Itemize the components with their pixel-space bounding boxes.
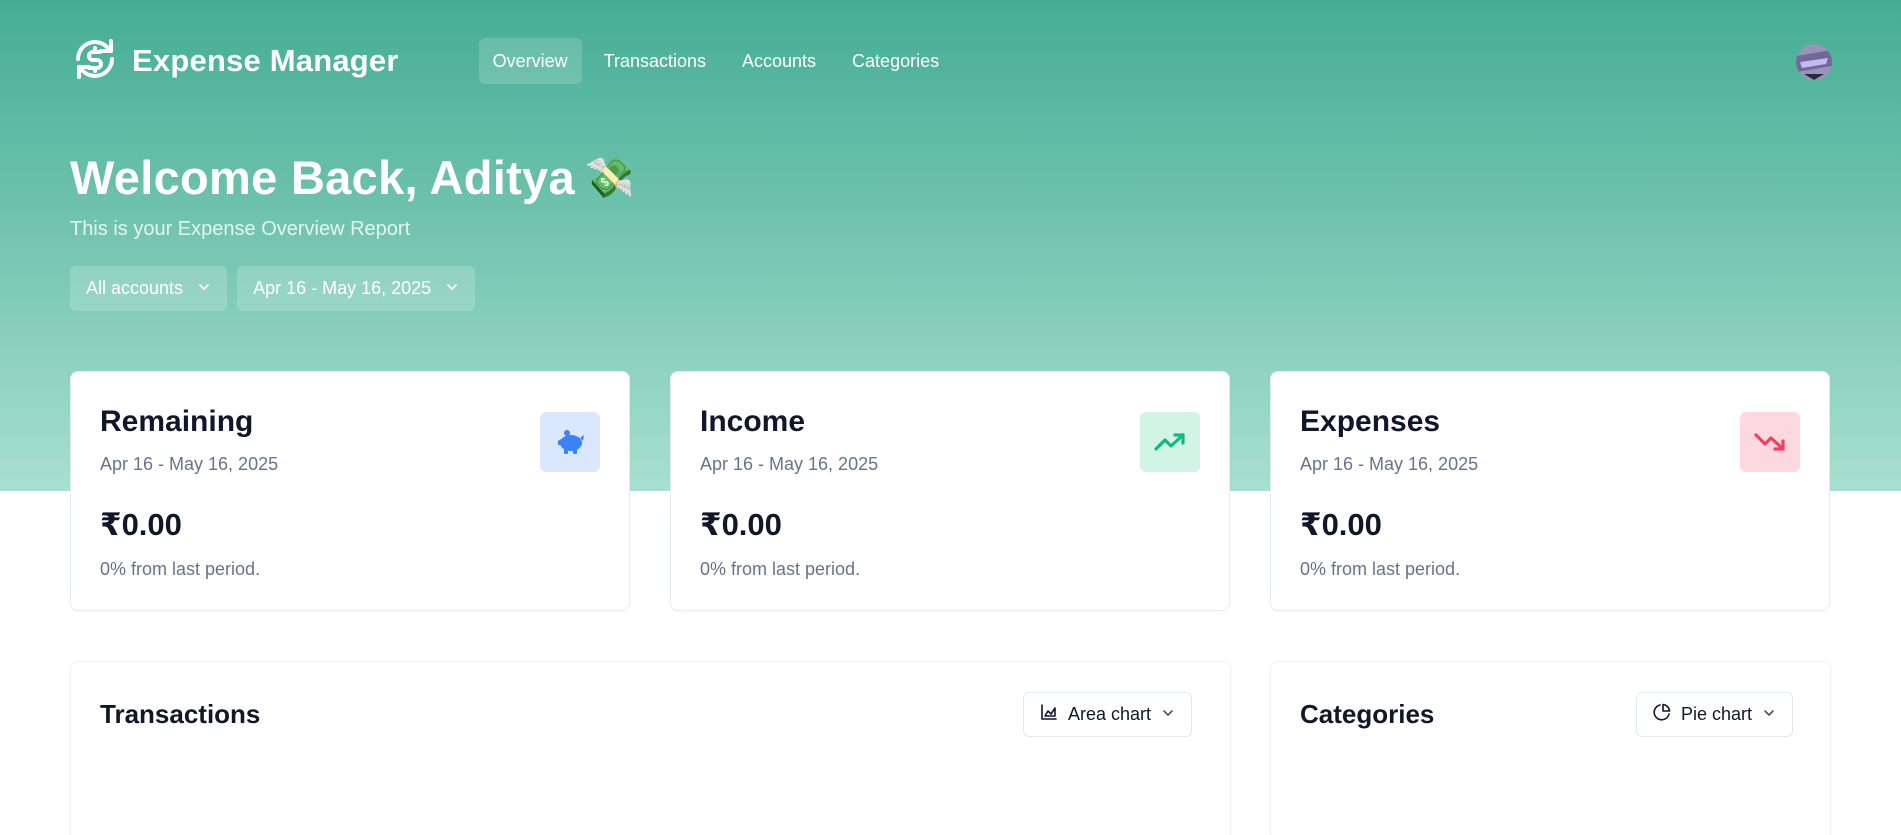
date-range-filter-select[interactable]: Apr 16 - May 16, 2025: [237, 266, 476, 311]
card-title: Remaining: [100, 405, 254, 438]
panel-title: Categories: [1300, 699, 1435, 729]
remaining-card: Remaining Apr 16 - May 16, 2025 ₹0.00 0%…: [70, 371, 630, 611]
nav-item-overview[interactable]: Overview: [478, 38, 582, 84]
card-title: Expenses: [1300, 405, 1441, 438]
transactions-panel: Transactions Area chart: [70, 661, 1231, 835]
top-navigation-bar: Expense Manager Overview Transactions Ac…: [70, 36, 1832, 86]
chart-type-select[interactable]: Pie chart: [1636, 692, 1794, 737]
trending-up-icon: [1140, 412, 1200, 472]
card-title: Income: [700, 405, 806, 438]
piggy-bank-icon: [540, 412, 600, 472]
welcome-subtitle: This is your Expense Overview Report: [70, 218, 411, 240]
chevron-down-icon: [1762, 704, 1776, 725]
chart-type-label: Area chart: [1068, 704, 1152, 724]
nav-item-accounts[interactable]: Accounts: [728, 38, 830, 84]
card-value: ₹0.00: [1300, 507, 1382, 542]
categories-panel: Categories Pie chart: [1270, 661, 1831, 835]
money-with-wings-icon: 💸: [584, 156, 636, 200]
nav-item-transactions[interactable]: Transactions: [590, 38, 720, 84]
account-filter-select[interactable]: All accounts: [70, 266, 228, 311]
filter-bar: All accounts Apr 16 - May 16, 2025: [70, 266, 476, 311]
pie-chart-icon: [1653, 703, 1671, 726]
chart-type-select[interactable]: Area chart: [1023, 692, 1193, 737]
chevron-down-icon: [1161, 704, 1175, 725]
trending-down-icon: [1740, 412, 1800, 472]
date-range-label: Apr 16 - May 16, 2025: [253, 278, 432, 298]
card-value: ₹0.00: [100, 507, 182, 542]
account-filter-label: All accounts: [86, 278, 184, 298]
app-title: Expense Manager: [132, 43, 399, 78]
card-date: Apr 16 - May 16, 2025: [1300, 454, 1479, 474]
brand[interactable]: Expense Manager: [70, 34, 399, 89]
card-date: Apr 16 - May 16, 2025: [700, 454, 879, 474]
chevron-down-icon: [197, 278, 211, 299]
chart-type-label: Pie chart: [1681, 704, 1753, 724]
panel-title: Transactions: [100, 699, 261, 729]
main-nav: Overview Transactions Accounts Categorie…: [478, 38, 953, 84]
card-date: Apr 16 - May 16, 2025: [100, 454, 279, 474]
card-change: 0% from last period.: [1300, 559, 1461, 579]
user-avatar[interactable]: [1796, 44, 1832, 80]
card-value: ₹0.00: [700, 507, 782, 542]
card-change: 0% from last period.: [100, 559, 261, 579]
area-chart-icon: [1040, 703, 1058, 726]
welcome-heading: Welcome Back, Aditya 💸: [70, 150, 635, 205]
nav-item-categories[interactable]: Categories: [838, 38, 953, 84]
card-change: 0% from last period.: [700, 559, 861, 579]
logo-dollar-refresh-icon: [70, 34, 120, 89]
chevron-down-icon: [445, 278, 459, 299]
expenses-card: Expenses Apr 16 - May 16, 2025 ₹0.00 0% …: [1270, 371, 1830, 611]
income-card: Income Apr 16 - May 16, 2025 ₹0.00 0% fr…: [670, 371, 1230, 611]
welcome-text: Welcome Back, Aditya: [70, 151, 575, 204]
